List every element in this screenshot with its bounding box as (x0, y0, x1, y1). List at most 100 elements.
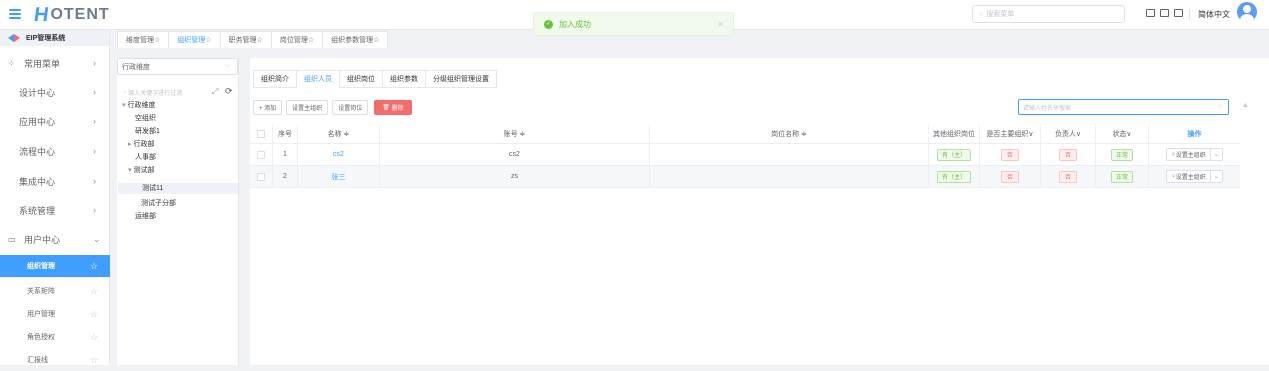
tab-org-params[interactable]: 组织参数 (382, 70, 426, 88)
chevron-right-icon: › (93, 116, 96, 126)
org-detail-tabs: 组织简介 组织人员 组织岗位 组织参数 分级组织管理设置 (253, 70, 497, 88)
post-cell (650, 166, 929, 187)
set-main-org-split-button[interactable]: ♀ 设置主组织 ⌄ (1166, 170, 1223, 183)
fullscreen-icon[interactable] (1160, 9, 1169, 17)
user-name-link[interactable]: 张三 (298, 166, 380, 187)
sidebar-item-favorites[interactable]: ⁘ 常用菜单 › (0, 53, 110, 73)
chevron-down-icon: ⌵ (224, 62, 230, 69)
tree-node[interactable]: ▾ 测试部 (128, 165, 154, 176)
star-icon[interactable]: ☆ (90, 286, 98, 297)
tree-node[interactable]: 研发部1 (135, 126, 160, 137)
tree-node-selected[interactable]: 测试11 (118, 183, 238, 194)
tab-org-params[interactable]: 组织参数管理☆ (322, 31, 389, 48)
sidebar-item-design[interactable]: 设计中心 › (0, 82, 110, 102)
menu-toggle-icon[interactable] (9, 9, 21, 19)
tree-node[interactable]: ▸ 行政部 (128, 139, 154, 150)
status-badge: 正常 (1110, 170, 1133, 183)
star-icon[interactable]: ☆ (90, 309, 98, 320)
is-main-tag: 否 (1000, 170, 1019, 183)
tab-grade-manage[interactable]: 分级组织管理设置 (425, 70, 497, 88)
tab-dimension[interactable]: 维度管理☆ (117, 31, 170, 48)
tree-node[interactable]: 人事部 (135, 152, 156, 163)
account-cell: zs (380, 166, 650, 187)
select-all-checkbox[interactable] (257, 130, 265, 138)
set-main-org-button[interactable]: 设置主组织 (286, 100, 329, 115)
chevron-right-icon: › (93, 87, 96, 97)
other-post-tag[interactable]: 有（主） (936, 148, 971, 161)
tree-node[interactable]: 测试子分部 (141, 198, 176, 209)
chevron-down-icon: ⌄ (93, 233, 101, 244)
column-header[interactable]: 负责人∨ (1041, 125, 1096, 143)
success-toast: ✓ 加入成功 × (533, 12, 734, 36)
tab-job[interactable]: 职务管理☆ (219, 31, 272, 48)
tab-org-manage[interactable]: 组织管理☆ (168, 31, 221, 48)
close-icon[interactable]: × (718, 19, 723, 29)
status-badge: 正常 (1110, 148, 1133, 161)
divider (1189, 9, 1190, 20)
post-cell (650, 144, 929, 165)
refresh-icon[interactable]: ⟳ (225, 86, 233, 97)
is-manager-tag: 否 (1058, 148, 1077, 161)
is-main-tag: 否 (1000, 148, 1019, 161)
sidebar-item-system[interactable]: 系统管理 › (0, 200, 110, 220)
row-index: 1 (273, 144, 298, 165)
menu-search-input[interactable]: ○ 搜索菜单 (972, 5, 1125, 23)
column-header[interactable]: 账号 ≑ (380, 125, 650, 143)
user-name-link[interactable]: cs2 (298, 144, 380, 165)
delete-button[interactable]: 🗑 删除 (374, 100, 412, 115)
chevron-right-icon: › (93, 176, 96, 186)
chevron-right-icon: › (93, 146, 96, 156)
tree-node[interactable]: 运维部 (135, 211, 156, 222)
star-icon[interactable]: ☆ (90, 355, 98, 366)
sidebar-item-relation-matrix[interactable]: 关系矩阵 ☆ (0, 280, 110, 302)
scroll-up-icon[interactable]: ▲ (1242, 102, 1249, 109)
tab-org-members[interactable]: 组织人员 (296, 70, 340, 88)
row-checkbox[interactable] (257, 172, 265, 181)
tree-node[interactable]: 空组织 (135, 113, 156, 124)
chevron-down-icon[interactable]: ⌄ (1211, 149, 1222, 160)
account-cell: cs2 (380, 144, 650, 165)
column-header[interactable]: 岗位名称 ≑ (650, 125, 929, 143)
sidebar-item-report-line[interactable]: 汇报线 ☆ (0, 349, 110, 371)
sidebar: EIP管理系统 ⁘ 常用菜单 › 设计中心 › 应用中心 › 流程中心 › 集成中心 › 系… (0, 30, 110, 365)
column-header[interactable]: 是否主要组织∨ (980, 125, 1041, 143)
screen-icon[interactable] (1174, 9, 1183, 17)
tab-org-posts[interactable]: 组织岗位 (339, 70, 383, 88)
row-checkbox[interactable] (257, 150, 265, 159)
system-title[interactable]: EIP管理系统 (0, 30, 109, 46)
sidebar-item-apps[interactable]: 应用中心 › (0, 111, 110, 131)
sidebar-item-user-manage[interactable]: 用户管理 ☆ (0, 303, 110, 325)
chevron-down-icon[interactable]: ⌄ (1211, 171, 1222, 182)
dimension-select[interactable]: 行政维度 ⌵ (117, 58, 238, 75)
sidebar-item-role-auth[interactable]: 角色授权 ☆ (0, 326, 110, 348)
expand-icon[interactable]: ⤢ (212, 87, 218, 97)
sidebar-item-org-manage[interactable]: 组织管理 ☆ (0, 255, 110, 277)
set-post-button[interactable]: 设置岗位 (332, 100, 369, 115)
sidebar-item-user-center[interactable]: ▭ 用户中心 ⌄ (0, 229, 110, 249)
column-header[interactable]: 名称 ≑ (298, 125, 380, 143)
tab-org-intro[interactable]: 组织简介 (253, 70, 297, 88)
sidebar-item-integration[interactable]: 集成中心 › (0, 171, 110, 191)
language-switch[interactable]: 简体中文 (1198, 9, 1230, 20)
star-icon[interactable]: ☆ (90, 332, 98, 343)
tree-filter-input[interactable]: ○ 输入关键字进行过滤 ⤢ ⟳ (123, 86, 243, 97)
other-post-tag[interactable]: 有（主） (936, 170, 971, 183)
column-header: 操作 (1187, 131, 1202, 138)
monitor-icon[interactable] (1146, 9, 1155, 17)
tree-node[interactable]: ▾ 行政维度 (122, 100, 155, 111)
sidebar-item-workflow[interactable]: 流程中心 › (0, 141, 110, 161)
name-search-input[interactable]: 请输入姓名来搜索 ○ (1018, 99, 1229, 115)
avatar[interactable] (1237, 2, 1257, 22)
tab-post[interactable]: 岗位管理☆ (270, 31, 324, 48)
column-header: 序号 (273, 125, 298, 143)
logo: H OTENT (32, 3, 110, 26)
search-icon: ○ (979, 10, 984, 18)
add-button[interactable]: + 添加 (253, 100, 283, 115)
monitor-icon: ▭ (8, 234, 16, 244)
star-icon[interactable]: ☆ (90, 261, 98, 272)
chevron-right-icon: › (93, 58, 96, 68)
search-icon: ○ (1217, 103, 1222, 110)
column-header[interactable]: 状态∨ (1096, 125, 1149, 143)
table-row: 2 张三 zs 有（主） 否 否 正常 ♀ 设置主组织 ⌄ (250, 166, 1240, 188)
set-main-org-split-button[interactable]: ♀ 设置主组织 ⌄ (1166, 148, 1223, 161)
